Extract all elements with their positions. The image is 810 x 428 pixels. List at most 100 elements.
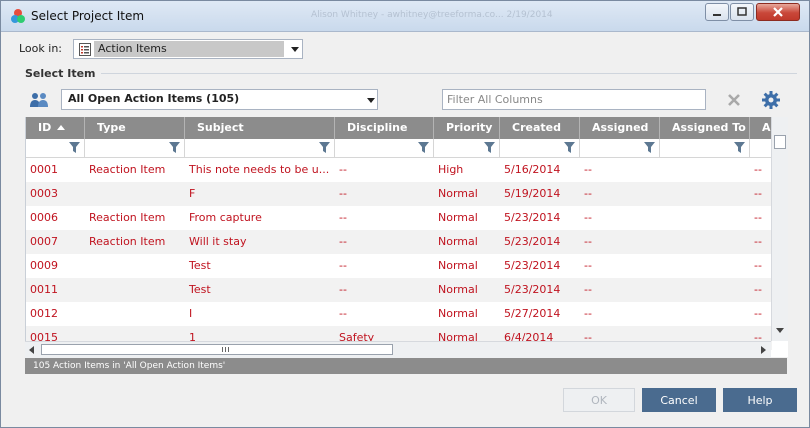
filter-funnel-icon [169, 142, 180, 153]
gear-icon[interactable] [761, 90, 781, 110]
saved-view-dropdown[interactable]: All Open Action Items (105) [61, 89, 378, 110]
cell-priority: Normal [438, 235, 478, 248]
column-filter-assigned[interactable] [580, 139, 660, 157]
cell-type: Reaction Item [89, 235, 166, 248]
cell-discipline: -- [339, 259, 347, 272]
cell-discipline: -- [339, 307, 347, 320]
cell-type: Reaction Item [89, 163, 166, 176]
status-bar: 105 Action Items in 'All Open Action Ite… [25, 358, 787, 374]
column-filter-created[interactable] [500, 139, 580, 157]
vertical-scroll-thumb[interactable] [774, 135, 786, 149]
close-button[interactable] [756, 3, 800, 21]
filter-funnel-icon [644, 142, 655, 153]
cell-created: 5/27/2014 [504, 307, 561, 320]
cell-priority: Normal [438, 307, 478, 320]
column-header-created[interactable]: Created [500, 117, 580, 139]
cell-discipline: -- [339, 163, 347, 176]
maximize-button[interactable] [730, 3, 754, 21]
cell-subject: Test [189, 259, 211, 272]
cell-created: 5/19/2014 [504, 187, 561, 200]
column-header-subject[interactable]: Subject [185, 117, 335, 139]
table-row[interactable]: 0001 Reaction Item This note needs to be… [26, 158, 772, 182]
chevron-down-icon [367, 98, 375, 103]
cell-assigned-to [660, 278, 750, 302]
cancel-button[interactable]: Cancel [642, 388, 716, 412]
table-row[interactable]: 0003 F -- Normal 5/19/2014 -- -- [26, 182, 772, 206]
column-filter-type[interactable] [85, 139, 185, 157]
horizontal-scrollbar[interactable] [25, 341, 771, 358]
cell-next: -- [754, 307, 762, 320]
cell-next: -- [754, 283, 762, 296]
column-filter-next[interactable] [750, 139, 772, 157]
cell-priority: High [438, 163, 464, 176]
column-header-assigned-to[interactable]: Assigned To [660, 117, 750, 139]
minimize-icon [713, 14, 721, 16]
filter-funnel-icon [484, 142, 495, 153]
cell-assigned: -- [584, 259, 592, 272]
items-table: ID Type Subject Discipline Priority Crea… [25, 117, 788, 357]
cell-id: 0012 [30, 307, 58, 320]
cell-subject: From capture [189, 211, 262, 224]
filter-all-columns-input[interactable] [442, 89, 706, 110]
cell-discipline: -- [339, 187, 347, 200]
cell-created: 5/23/2014 [504, 259, 561, 272]
close-icon [773, 7, 783, 17]
look-in-label: Look in: [19, 42, 62, 55]
cell-created: 5/23/2014 [504, 283, 561, 296]
cell-next: -- [754, 259, 762, 272]
column-header-priority[interactable]: Priority [434, 117, 500, 139]
cell-type [85, 302, 185, 326]
ok-button[interactable]: OK [563, 388, 635, 412]
cell-subject: Will it stay [189, 235, 247, 248]
vertical-scrollbar[interactable] [771, 117, 788, 341]
column-header-next[interactable]: A [750, 117, 772, 139]
clear-filter-icon[interactable] [725, 91, 743, 109]
cell-id: 0011 [30, 283, 58, 296]
table-row[interactable]: 0012 I -- Normal 5/27/2014 -- -- [26, 302, 772, 326]
horizontal-scroll-thumb[interactable] [41, 344, 393, 355]
look-in-dropdown[interactable]: Action Items [73, 39, 303, 59]
column-header-discipline[interactable]: Discipline [335, 117, 434, 139]
cell-type [85, 254, 185, 278]
cell-assigned: -- [584, 211, 592, 224]
table-row[interactable]: 0006 Reaction Item From capture -- Norma… [26, 206, 772, 230]
cell-priority: Normal [438, 283, 478, 296]
column-filter-subject[interactable] [185, 139, 335, 157]
cell-discipline: -- [339, 283, 347, 296]
cell-type [85, 278, 185, 302]
column-filter-discipline[interactable] [335, 139, 434, 157]
column-filter-priority[interactable] [434, 139, 500, 157]
cell-id: 0009 [30, 259, 58, 272]
minimize-button[interactable] [705, 3, 729, 21]
table-row[interactable]: 0007 Reaction Item Will it stay -- Norma… [26, 230, 772, 254]
column-header-id[interactable]: ID [26, 117, 85, 139]
cell-assigned-to [660, 254, 750, 278]
scroll-left-arrow-icon[interactable] [29, 346, 34, 354]
scroll-right-arrow-icon[interactable] [761, 346, 766, 354]
cell-assigned-to [660, 302, 750, 326]
help-button[interactable]: Help [723, 388, 797, 412]
cell-next: -- [754, 163, 762, 176]
cell-id: 0006 [30, 211, 58, 224]
background-window-title: Alison Whitney - awhitney@treeforma.co..… [311, 10, 553, 20]
scroll-down-arrow-icon[interactable] [776, 328, 784, 333]
title-bar[interactable]: Select Project Item Alison Whitney - awh… [1, 1, 809, 32]
cell-assigned: -- [584, 163, 592, 176]
cell-discipline: -- [339, 235, 347, 248]
cell-priority: Normal [438, 187, 478, 200]
cell-subject: F [189, 187, 196, 200]
cell-subject: I [189, 307, 193, 320]
filter-funnel-icon [734, 142, 745, 153]
saved-view-value: All Open Action Items (105) [68, 92, 240, 105]
column-header-type[interactable]: Type [85, 117, 185, 139]
users-icon[interactable] [29, 91, 49, 109]
table-header-row: ID Type Subject Discipline Priority Crea… [26, 117, 772, 139]
column-header-assigned[interactable]: Assigned [580, 117, 660, 139]
column-filter-id[interactable] [26, 139, 85, 157]
table-row[interactable]: 0009 Test -- Normal 5/23/2014 -- -- [26, 254, 772, 278]
cell-id: 0003 [30, 187, 58, 200]
column-filter-assigned-to[interactable] [660, 139, 750, 157]
table-row[interactable]: 0011 Test -- Normal 5/23/2014 -- -- [26, 278, 772, 302]
cell-discipline: -- [339, 211, 347, 224]
filter-funnel-icon [564, 142, 575, 153]
